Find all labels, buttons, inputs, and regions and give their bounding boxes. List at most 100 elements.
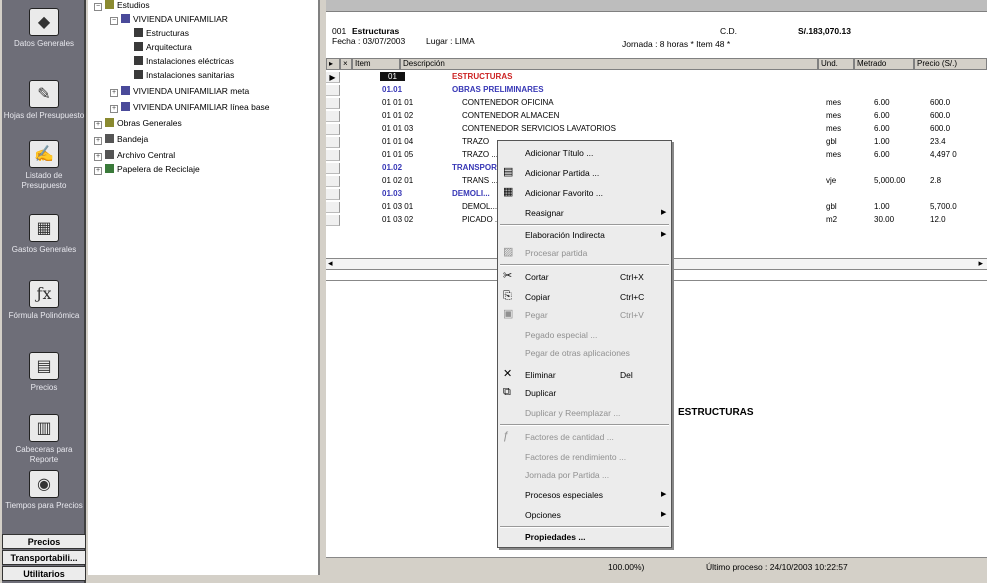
col-header-item[interactable]: Item [352, 58, 400, 70]
menu-item-adicionar-favorito[interactable]: ▦ Adicionar Favorito ... [498, 185, 671, 201]
tree-node-vivienda-unifamiliar-meta[interactable]: + VIVIENDA UNIFAMILIAR meta [110, 86, 249, 97]
tree-node-vivienda-unifamiliar[interactable]: − VIVIENDA UNIFAMILIAR [110, 14, 228, 25]
cell-met: 6.00 [874, 124, 890, 133]
table-row[interactable]: 01.01 OBRAS PRELIMINARES [326, 85, 987, 96]
tree-node-estudios[interactable]: − Estudios [94, 0, 150, 11]
row-selector[interactable] [326, 111, 340, 122]
row-selector[interactable] [326, 215, 340, 226]
col-header-precio[interactable]: Precio (S/.) [914, 58, 987, 70]
tree-expander-icon[interactable]: + [94, 121, 102, 129]
cell-item: 01 01 05 [382, 150, 414, 159]
submenu-arrow-icon: ▶ [661, 231, 667, 238]
menu-separator [500, 224, 669, 226]
menu-item-label: Pegado especial ... [525, 330, 598, 340]
col-header-descripcion[interactable]: Descripción [400, 58, 818, 70]
leftbar-label: Hojas del Presupuesto [3, 111, 85, 120]
menu-item-reasignar[interactable]: Reasignar ▶ [498, 205, 671, 221]
menu-item-adicionar-partida[interactable]: ▤ Adicionar Partida ... [498, 165, 671, 181]
table-row[interactable]: 01 01 02 CONTENEDOR ALMACEN mes 6.00 600.0 [326, 111, 987, 122]
grid-corner[interactable]: ▸ [326, 58, 340, 70]
menu-item-elaboracion-indirecta[interactable]: Elaboración Indirecta ▶ [498, 227, 671, 243]
cell-pre: 2.8 [930, 176, 942, 185]
row-selector[interactable] [326, 163, 340, 174]
tree-expander-icon[interactable]: + [110, 89, 118, 97]
status-bar: 100.00%) Último proceso : 24/10/2003 10:… [326, 557, 987, 575]
table-row[interactable]: 01 01 01 CONTENEDOR OFICINA mes 6.00 600.0 [326, 98, 987, 109]
cortar-icon: ✂ [503, 270, 513, 282]
cell-item: 01 01 02 [382, 111, 414, 120]
scroll-left-arrow-icon[interactable]: ◂ [328, 258, 333, 269]
tree-node-label: Papelera de Reciclaje [117, 164, 200, 174]
tree-node-label: Arquitectura [146, 42, 192, 52]
menu-item-cortar[interactable]: ✂ Cortar Ctrl+X [498, 269, 671, 285]
grid-expand-header[interactable]: × [340, 58, 352, 70]
tree-node-instalaciones-electricas[interactable]: Instalaciones eléctricas [134, 56, 234, 66]
tree-node-instalaciones-sanitarias[interactable]: Instalaciones sanitarias [134, 70, 234, 80]
tree-expander-icon[interactable]: + [94, 137, 102, 145]
cell-met: 6.00 [874, 98, 890, 107]
hojas-del-presupuesto-icon: ✎ [29, 80, 59, 108]
leftbar-tab-transportabili[interactable]: Transportabili... [2, 550, 86, 565]
tree-expander-icon[interactable]: + [110, 105, 118, 113]
row-selector[interactable]: ▶ [326, 72, 340, 83]
leftbar-listado-de-presupuesto[interactable]: ✍ Listado de Presupuesto [2, 140, 86, 191]
scroll-right-arrow-icon[interactable]: ▸ [978, 258, 983, 269]
row-selector[interactable] [326, 150, 340, 161]
table-row[interactable]: ▶ 01 ESTRUCTURAS [326, 72, 987, 83]
project-tree: − Estudios − VIVIENDA UNIFAMILIAR Estructura… [88, 0, 320, 575]
row-selector[interactable] [326, 176, 340, 187]
tree-node-bandeja[interactable]: + Bandeja [94, 134, 148, 145]
window-titlebar [326, 0, 987, 12]
tree-expander-icon[interactable]: + [94, 167, 102, 175]
cell-item: 01 02 01 [382, 176, 414, 185]
menu-item-duplicar[interactable]: ⧉ Duplicar [498, 385, 671, 401]
tree-expander-icon[interactable]: + [94, 153, 102, 161]
row-selector[interactable] [326, 85, 340, 96]
row-selector[interactable] [326, 124, 340, 135]
tree-node-obras-generales[interactable]: + Obras Generales [94, 118, 182, 129]
copiar-icon: ⎘ [503, 290, 512, 302]
menu-item-shortcut: Del [620, 370, 633, 380]
row-selector[interactable] [326, 98, 340, 109]
cell-desc: CONTENEDOR ALMACEN [462, 111, 560, 120]
leftbar-tiempos-para-precios[interactable]: ◉ Tiempos para Precios [2, 470, 86, 511]
leftbar-tab-utilitarios[interactable]: Utilitarios [2, 566, 86, 581]
house-icon [121, 86, 130, 95]
tree-expander-icon[interactable]: − [94, 3, 102, 11]
leftbar-tab-precios[interactable]: Precios [2, 534, 86, 549]
menu-item-procesos-especiales[interactable]: Procesos especiales ▶ [498, 487, 671, 503]
tree-node-estructuras[interactable]: Estructuras [134, 28, 189, 38]
table-row[interactable]: 01 01 03 CONTENEDOR SERVICIOS LAVATORIOS m… [326, 124, 987, 135]
menu-item-propiedades[interactable]: Propiedades ... [498, 529, 671, 545]
leftbar-hojas-del-presupuesto[interactable]: ✎ Hojas del Presupuesto [2, 80, 86, 121]
adicionar-partida-icon: ▤ [503, 166, 514, 178]
cell-item: 01 [380, 72, 405, 81]
tree-node-archivo-central[interactable]: + Archivo Central [94, 150, 175, 161]
row-selector[interactable] [326, 189, 340, 200]
menu-item-copiar[interactable]: ⎘ Copiar Ctrl+C [498, 289, 671, 305]
cell-item: 01.02 [382, 163, 403, 172]
tree-node-vivienda-unifamiliar-linea-base[interactable]: + VIVIENDA UNIFAMILIAR línea base [110, 102, 270, 113]
eliminar-icon: ✕ [503, 368, 513, 380]
leftbar-datos-generales[interactable]: ◆ Datos Generales [2, 8, 86, 49]
row-selector[interactable] [326, 137, 340, 148]
menu-item-opciones[interactable]: Opciones ▶ [498, 507, 671, 523]
menu-item-label: Copiar [525, 292, 551, 302]
tree-node-arquitectura[interactable]: Arquitectura [134, 42, 192, 52]
menu-item-label: Procesar partida [525, 248, 588, 258]
cell-item: 01.01 [382, 85, 403, 94]
menu-item-pegar-de-otras-aplicaciones: Pegar de otras aplicaciones [498, 345, 671, 361]
col-header-und[interactable]: Und. [818, 58, 854, 70]
context-menu: Adicionar Título ... ▤ Adicionar Partida .… [497, 140, 672, 548]
menu-item-eliminar[interactable]: ✕ Eliminar Del [498, 367, 671, 383]
leftbar-precios[interactable]: ▤ Precios [2, 352, 86, 393]
tree-expander-icon[interactable]: − [110, 17, 118, 25]
leftbar-gastos-generales[interactable]: ▦ Gastos Generales [2, 214, 86, 255]
leftbar-cabeceras-para-reporte[interactable]: ▥ Cabeceras para Reporte [2, 414, 86, 465]
menu-item-label: Opciones [525, 510, 561, 520]
tree-node-papelera-de-reciclaje[interactable]: + Papelera de Reciclaje [94, 164, 200, 175]
row-selector[interactable] [326, 202, 340, 213]
col-header-metrado[interactable]: Metrado [854, 58, 914, 70]
menu-item-adicionar-titulo[interactable]: Adicionar Título ... [498, 145, 671, 161]
leftbar-formula-polinomica[interactable]: ƒx Fórmula Polinómica [2, 280, 86, 321]
